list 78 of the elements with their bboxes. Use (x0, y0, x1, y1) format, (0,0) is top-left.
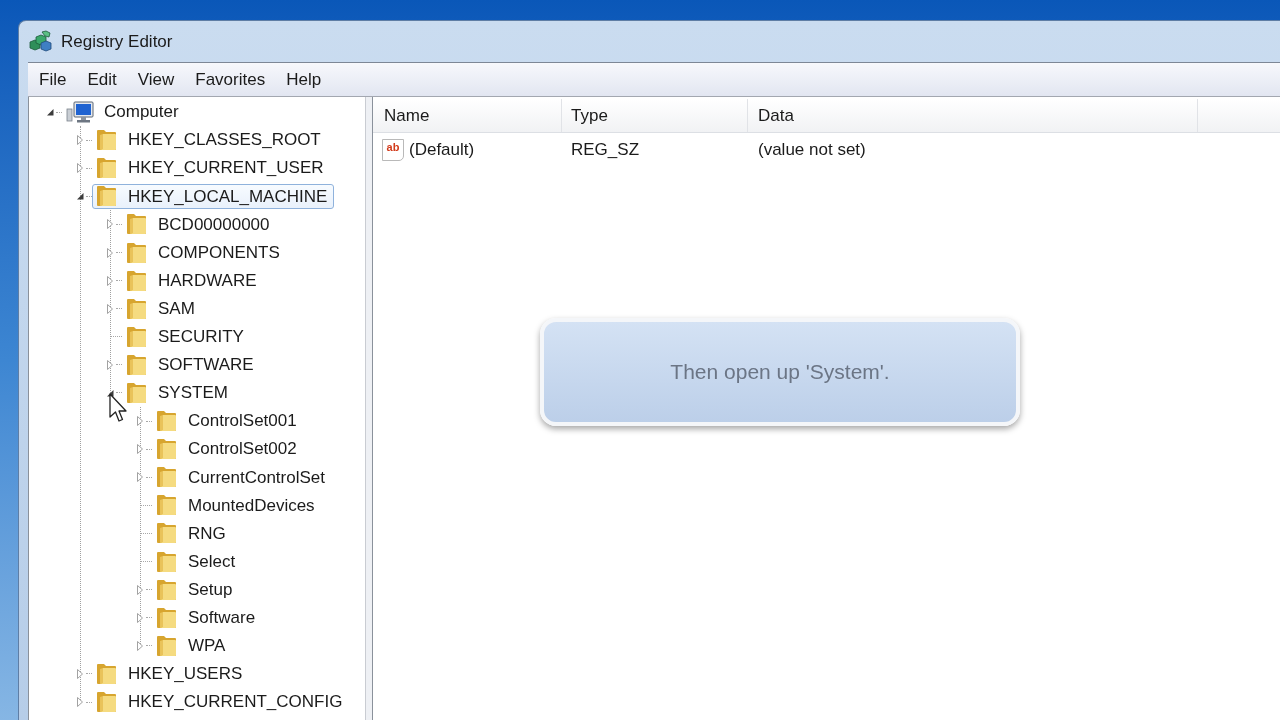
cubes-icon (28, 29, 52, 54)
folder-icon (96, 156, 118, 181)
tree-item[interactable]: HKEY_USERS (92, 661, 250, 687)
folder-icon (156, 577, 178, 602)
window-title: Registry Editor (61, 30, 173, 53)
caret-down-icon[interactable] (44, 106, 56, 119)
tree-item[interactable]: CurrentControlSet (152, 464, 332, 490)
folder-icon (156, 605, 178, 630)
caret-right-icon[interactable] (104, 358, 116, 371)
tree-item[interactable]: ControlSet002 (152, 436, 304, 462)
caret-right-icon[interactable] (74, 134, 86, 147)
folder-icon (126, 212, 148, 237)
tree-item[interactable]: HARDWARE (122, 268, 264, 294)
tree-item[interactable]: BCD00000000 (122, 211, 277, 237)
table-cell: (value not set) (758, 140, 866, 160)
folder-icon (156, 521, 178, 546)
folder-icon (96, 128, 118, 153)
menu-item[interactable]: Favorites (187, 65, 274, 94)
caret-right-icon[interactable] (74, 696, 86, 708)
table-cell-text: (Default) (409, 139, 475, 162)
folder-icon (126, 352, 148, 377)
column-header[interactable]: Type (562, 99, 748, 132)
column-header[interactable]: Data (748, 99, 1198, 132)
menu-item[interactable]: File (31, 65, 75, 94)
caret-right-icon[interactable] (134, 443, 146, 456)
caret-right-icon[interactable] (104, 218, 116, 231)
tree-item[interactable]: COMPONENTS (122, 240, 287, 265)
menu-item[interactable]: Help (278, 65, 330, 94)
tree-item[interactable]: Computer (62, 99, 186, 125)
tree-item[interactable]: MountedDevices (152, 492, 322, 518)
tree-item[interactable]: SOFTWARE (122, 352, 261, 378)
caret-right-icon[interactable] (74, 162, 86, 175)
folder-icon (156, 465, 178, 490)
caret-right-icon[interactable] (104, 302, 116, 315)
folder-icon (96, 690, 118, 714)
folder-icon (156, 437, 178, 462)
caret-right-icon[interactable] (134, 583, 146, 596)
string-value-icon: ab (382, 139, 404, 161)
caret-down-icon[interactable] (104, 387, 116, 399)
computer-icon (66, 100, 94, 125)
folder-icon (96, 184, 118, 209)
folder-icon (156, 549, 178, 574)
caret-down-icon[interactable] (74, 190, 86, 203)
tree-item[interactable]: Select (152, 549, 243, 575)
caret-right-icon[interactable] (134, 611, 146, 624)
folder-icon (96, 661, 118, 686)
menu-item[interactable]: Edit (79, 65, 125, 94)
tree-item[interactable]: WPA (152, 633, 233, 659)
tree-item[interactable]: Software (152, 605, 263, 631)
caret-right-icon[interactable] (104, 246, 116, 259)
folder-icon (126, 240, 148, 265)
tree-item[interactable]: HKEY_LOCAL_MACHINE (92, 183, 335, 209)
caret-right-icon[interactable] (134, 639, 146, 652)
column-header[interactable]: Name (373, 99, 562, 132)
mouse-pointer-icon (109, 393, 127, 423)
tree-item[interactable]: HKEY_CLASSES_ROOT (92, 127, 328, 153)
tree-item[interactable]: HKEY_CURRENT_CONFIG (92, 689, 350, 715)
tree-item[interactable]: SECURITY (122, 324, 251, 350)
folder-icon (156, 409, 178, 434)
tutorial-callout: Then open up 'System'. (540, 318, 1020, 426)
folder-icon (126, 268, 148, 293)
folder-icon (156, 493, 178, 518)
tree-item[interactable]: HKEY_CURRENT_USER (92, 155, 331, 181)
caret-right-icon[interactable] (74, 667, 86, 680)
tree-item[interactable]: ControlSet001 (152, 408, 304, 434)
caret-right-icon[interactable] (134, 471, 146, 484)
caret-right-icon[interactable] (134, 415, 146, 428)
folder-icon (156, 633, 178, 658)
tree-item[interactable]: RNG (152, 520, 233, 546)
caret-right-icon[interactable] (104, 274, 116, 287)
folder-icon (126, 296, 148, 321)
tree-item[interactable]: Setup (152, 577, 240, 603)
folder-icon (126, 324, 148, 349)
tree-item[interactable]: SAM (122, 296, 202, 322)
menu-item[interactable]: View (129, 65, 183, 94)
folder-icon (126, 381, 148, 405)
splitter[interactable] (365, 97, 372, 720)
table-cell: REG_SZ (571, 140, 640, 160)
